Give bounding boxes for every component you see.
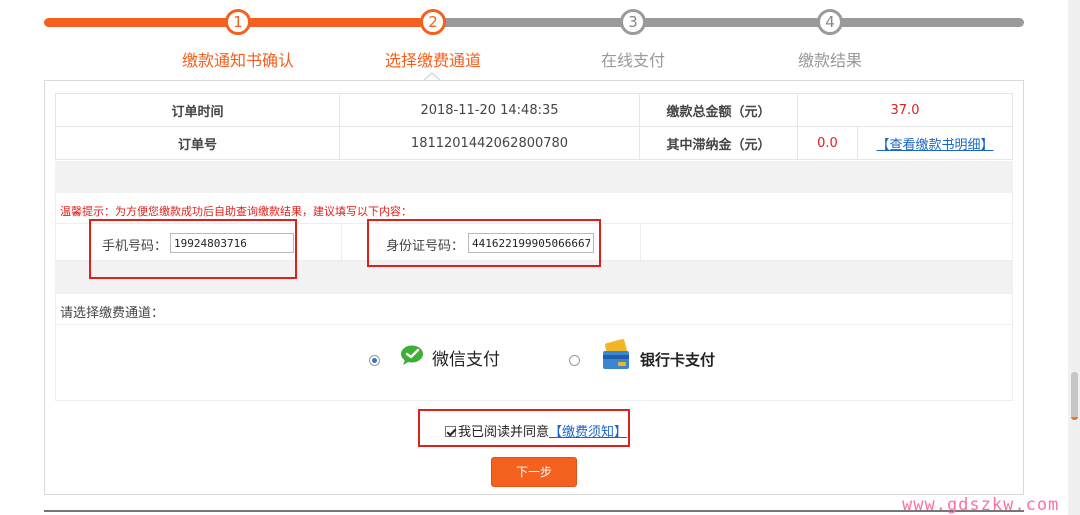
payment-channel-options: 微信支付 银行卡支付 — [55, 325, 1013, 401]
order-number-label: 订单号 — [55, 126, 340, 160]
highlight-box-agreement — [418, 409, 630, 447]
order-number-value: 1811201442062800780 — [339, 126, 640, 160]
view-notice-detail-link[interactable]: 【查看缴款书明细】 — [876, 138, 993, 153]
wechat-pay-radio[interactable] — [369, 355, 380, 366]
order-info-table: 订单时间 2018-11-20 14:48:35 缴款总金额（元） 37.0 订… — [55, 93, 1013, 160]
page-bottom-border — [44, 510, 1024, 512]
total-amount-label: 缴款总金额（元） — [639, 93, 798, 127]
table-row: 订单号 1811201442062800780 其中滞纳金（元） 0.0 【查看… — [55, 126, 1013, 160]
spacer-row — [55, 161, 1013, 193]
late-fee-value: 0.0 — [797, 126, 858, 160]
bank-card-pay-radio[interactable] — [569, 355, 580, 366]
bank-card-pay-label[interactable]: 银行卡支付 — [640, 349, 715, 370]
divider — [341, 224, 342, 260]
channel-title: 请选择缴费通道： — [55, 293, 1013, 325]
wechat-pay-label[interactable]: 微信支付 — [432, 345, 500, 370]
next-step-button[interactable]: 下一步 — [491, 457, 577, 487]
watermark-text: www.gdszkw.com — [902, 495, 1060, 515]
step-number: 1 — [225, 9, 251, 35]
step-online-payment: 3 在线支付 — [533, 0, 733, 71]
progress-steps: 1 缴款通知书确认 2 选择缴费通道 3 在线支付 4 缴款结果 — [0, 0, 1080, 80]
step-payment-result: 4 缴款结果 — [730, 0, 930, 71]
order-time-value: 2018-11-20 14:48:35 — [339, 93, 640, 127]
late-fee-label: 其中滞纳金（元） — [639, 126, 798, 160]
scrollbar-track[interactable] — [1068, 0, 1080, 515]
table-row: 订单时间 2018-11-20 14:48:35 缴款总金额（元） 37.0 — [55, 93, 1013, 127]
detail-cell: 【查看缴款书明细】 — [857, 126, 1013, 160]
step-number: 2 — [420, 9, 446, 35]
total-amount-value: 37.0 — [797, 93, 1013, 127]
highlight-box-id-number — [367, 219, 601, 267]
step-label: 选择缴费通道 — [384, 51, 481, 70]
step-label: 在线支付 — [600, 51, 665, 70]
step-confirm-notice: 1 缴款通知书确认 — [138, 0, 338, 71]
step-number: 3 — [620, 9, 646, 35]
step-label: 缴款结果 — [797, 51, 862, 70]
order-time-label: 订单时间 — [55, 93, 340, 127]
highlight-box-phone — [89, 219, 297, 279]
scrollbar-thumb[interactable] — [1071, 372, 1078, 420]
payment-panel: 订单时间 2018-11-20 14:48:35 缴款总金额（元） 37.0 订… — [44, 80, 1024, 495]
bank-card-icon — [603, 339, 629, 369]
step-select-channel: 2 选择缴费通道 — [333, 0, 533, 71]
wechat-pay-icon — [401, 345, 423, 365]
divider — [640, 224, 641, 260]
step-number: 4 — [817, 9, 843, 35]
step-label: 缴款通知书确认 — [181, 51, 294, 70]
